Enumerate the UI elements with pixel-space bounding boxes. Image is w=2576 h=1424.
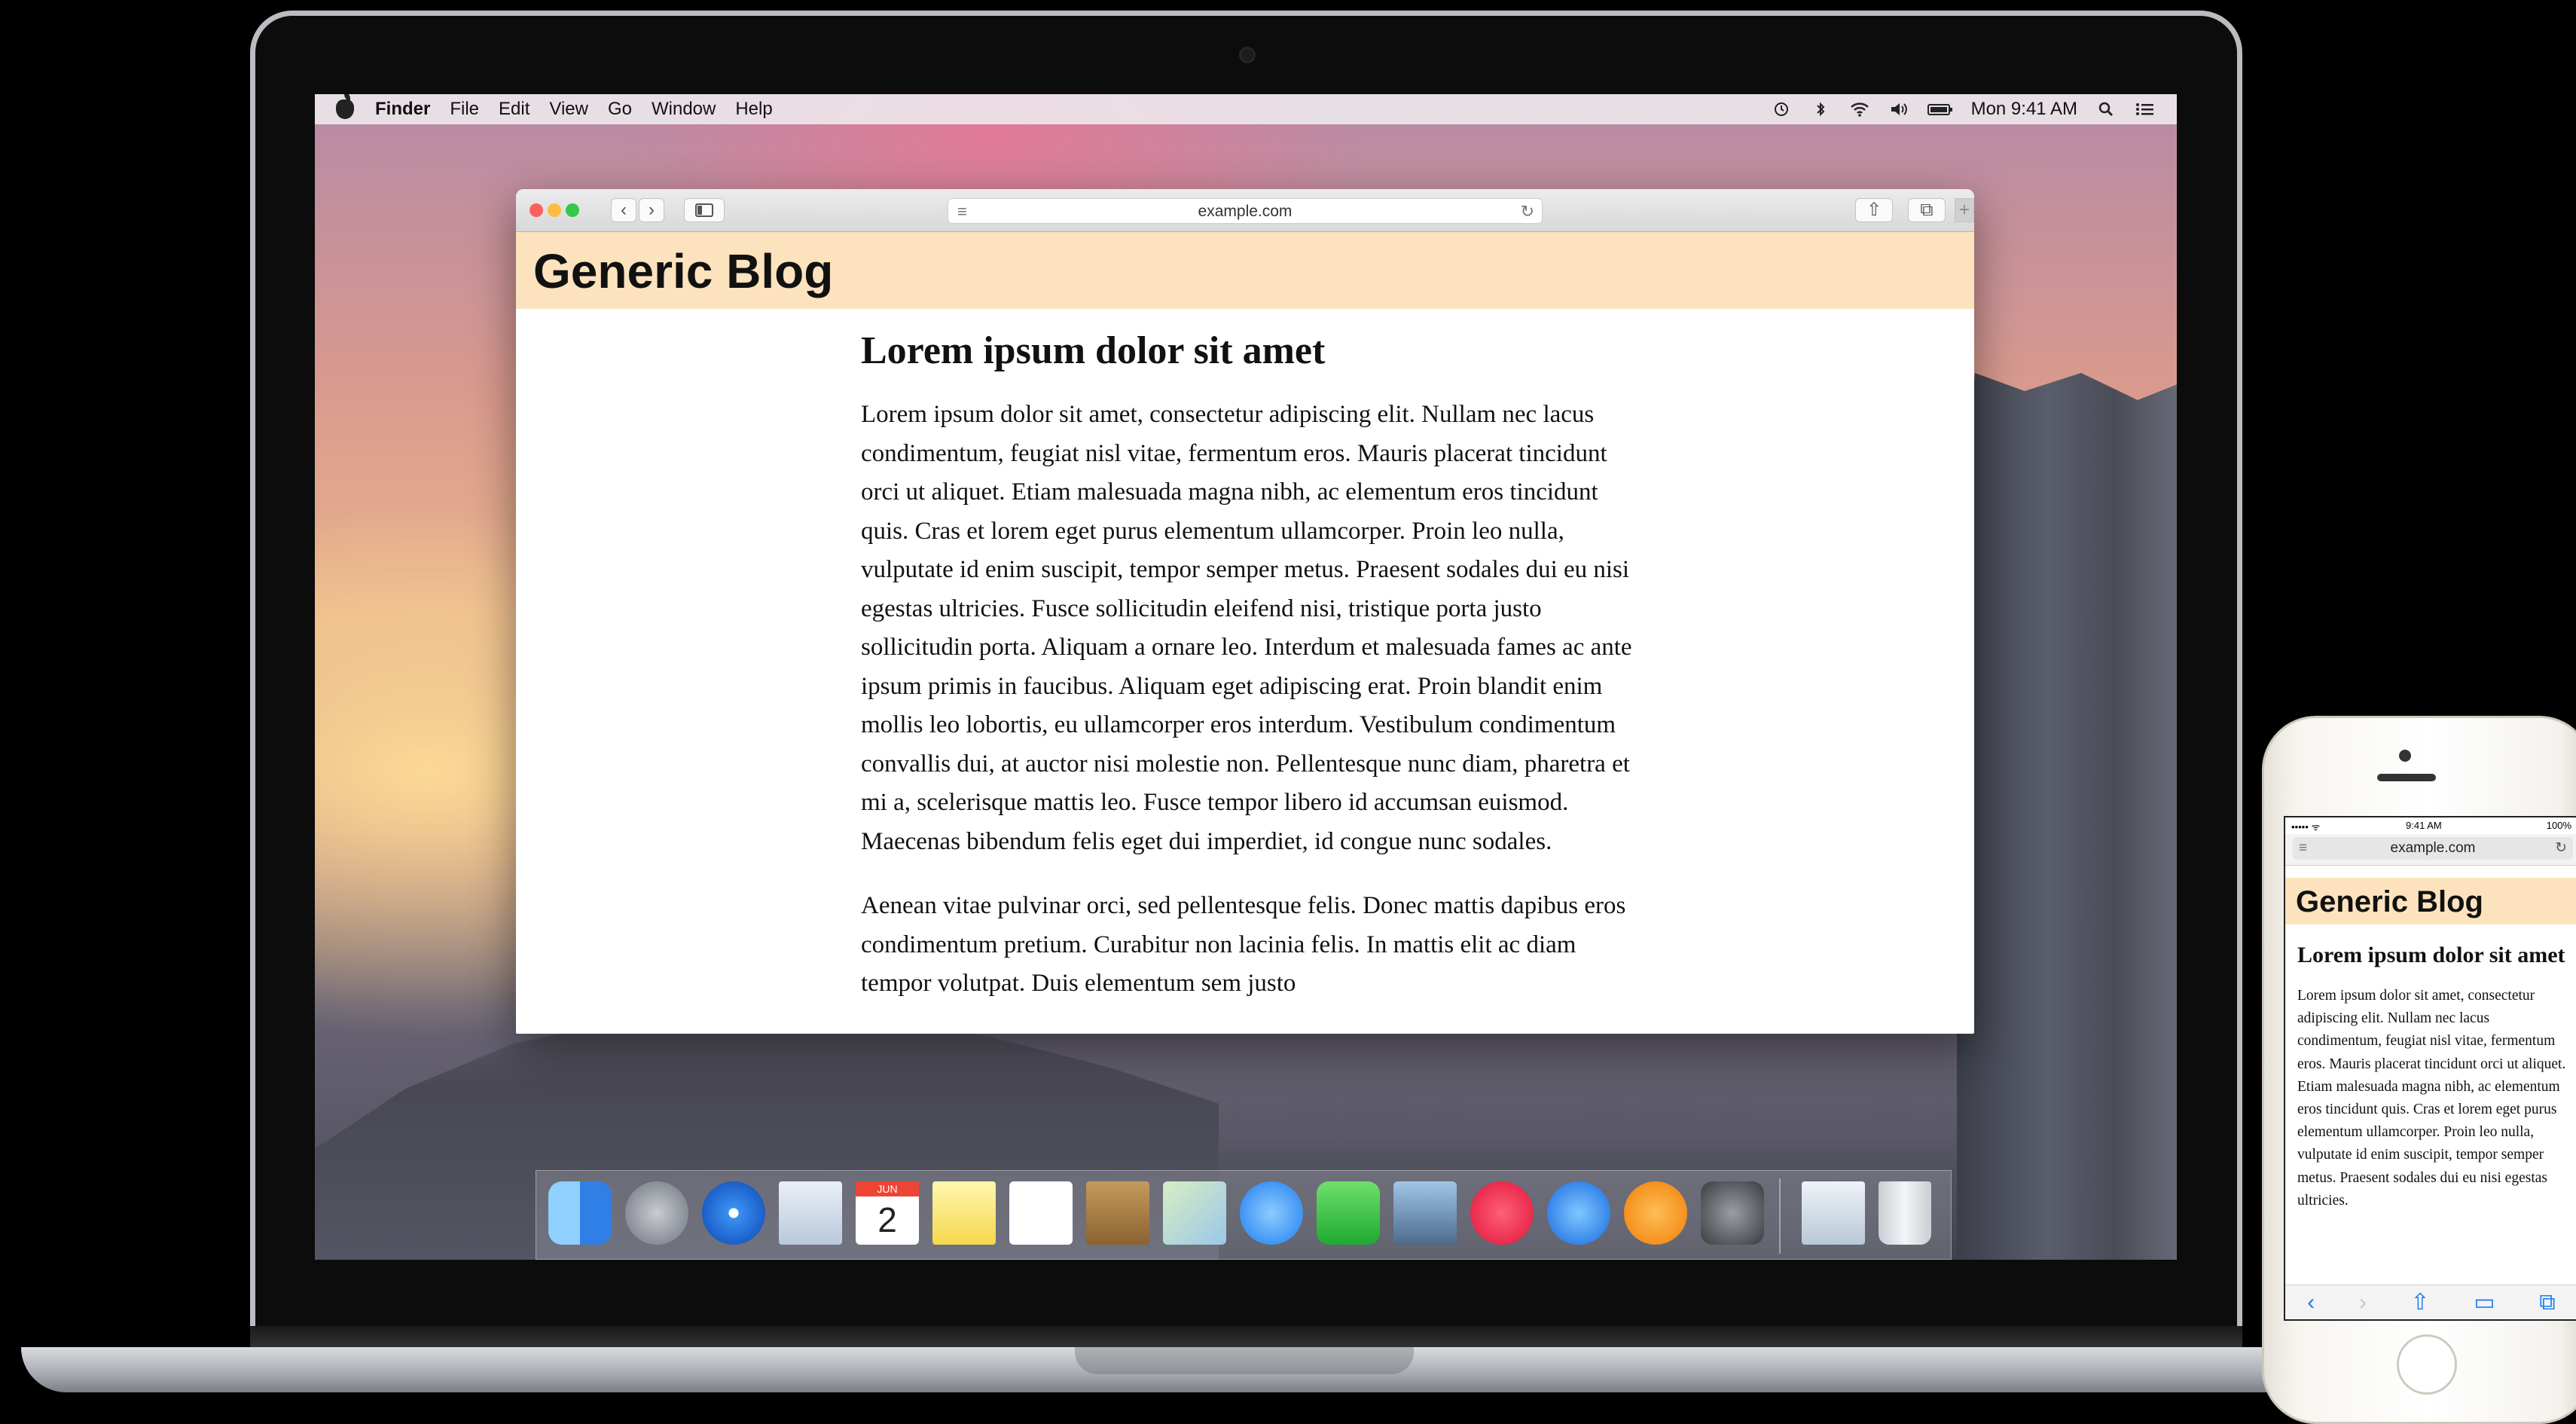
close-button[interactable] xyxy=(530,203,543,217)
trash-icon[interactable] xyxy=(1879,1181,1931,1245)
desktop-screen: Finder File Edit View Go Window Help Mon… xyxy=(315,94,2177,1260)
finder-icon[interactable] xyxy=(548,1181,612,1245)
ios-address-area: ≡ example.com ↻ xyxy=(2285,834,2576,866)
facetime-camera xyxy=(1239,47,1256,63)
system-preferences-icon[interactable] xyxy=(1701,1181,1764,1245)
notes-icon[interactable] xyxy=(932,1181,996,1245)
article: Lorem ipsum dolor sit amet Lorem ipsum d… xyxy=(861,328,1637,1029)
reader-icon[interactable]: ≡ xyxy=(2299,837,2307,860)
menu-bar: Finder File Edit View Go Window Help Mon… xyxy=(315,94,2177,124)
ios-article-paragraph: Lorem ipsum dolor sit amet, consectetur … xyxy=(2297,988,2566,1209)
contacts-icon[interactable] xyxy=(1086,1181,1149,1245)
ibooks-icon[interactable] xyxy=(1624,1181,1687,1245)
app-store-icon[interactable] xyxy=(1547,1181,1610,1245)
itunes-icon[interactable] xyxy=(1470,1181,1534,1245)
forward-button[interactable]: › xyxy=(639,198,664,222)
ios-address-bar[interactable]: ≡ example.com ↻ xyxy=(2293,837,2573,860)
menu-view[interactable]: View xyxy=(549,99,588,120)
blog-title[interactable]: Generic Blog xyxy=(533,243,833,299)
ios-tabs-button[interactable]: ⧉ xyxy=(2539,1290,2555,1316)
zoom-button[interactable] xyxy=(566,203,579,217)
ios-clock: 9:41 AM xyxy=(2406,820,2442,831)
status-menus: Mon 9:41 AM xyxy=(1771,94,2156,124)
reminders-icon[interactable] xyxy=(1009,1181,1073,1245)
calendar-icon[interactable]: JUN 2 xyxy=(856,1181,919,1245)
iphone-screen: ••••• ᯤ 9:41 AM 100% ≡ example.com ↻ Gen… xyxy=(2284,816,2576,1321)
calendar-day: 2 xyxy=(877,1200,897,1239)
iphone-speaker xyxy=(2377,774,2436,781)
new-tab-button[interactable]: + xyxy=(1955,198,1974,222)
reload-icon[interactable]: ↻ xyxy=(2555,837,2567,860)
ios-blog-header: Generic Blog xyxy=(2285,878,2576,924)
ios-forward-button[interactable]: › xyxy=(2359,1290,2367,1316)
tabs-overview-button[interactable]: ⧉ xyxy=(1908,198,1946,222)
menubar-clock[interactable]: Mon 9:41 AM xyxy=(1971,99,2077,120)
ios-blog-title[interactable]: Generic Blog xyxy=(2296,885,2483,919)
iphone-home-button[interactable] xyxy=(2397,1334,2457,1395)
reload-icon[interactable]: ↻ xyxy=(1521,199,1534,224)
volume-icon[interactable] xyxy=(1888,101,1909,118)
maps-icon[interactable] xyxy=(1163,1181,1226,1245)
macbook-hinge xyxy=(250,1326,2242,1349)
blog-header: Generic Blog xyxy=(516,232,1974,309)
menu-app-name[interactable]: Finder xyxy=(375,99,430,120)
photo-booth-icon[interactable] xyxy=(1393,1181,1457,1245)
sidebar-icon xyxy=(695,203,713,217)
notification-center-icon[interactable] xyxy=(2135,101,2156,118)
ios-article-title: Lorem ipsum dolor sit amet xyxy=(2297,943,2565,967)
wallpaper-rock-right xyxy=(1957,373,2177,1260)
menu-window[interactable]: Window xyxy=(652,99,716,120)
signal-indicator: ••••• ᯤ xyxy=(2291,821,2321,833)
article-title: Lorem ipsum dolor sit amet xyxy=(861,329,1326,372)
calendar-month: JUN xyxy=(856,1181,919,1196)
article-paragraph: Aenean vitae pulvinar orci, sed pellente… xyxy=(861,892,1626,997)
bluetooth-icon[interactable] xyxy=(1810,101,1831,118)
sidebar-button[interactable] xyxy=(684,198,725,222)
ios-back-button[interactable]: ‹ xyxy=(2307,1290,2315,1316)
wifi-icon[interactable] xyxy=(1849,101,1870,118)
time-machine-icon[interactable] xyxy=(1771,101,1792,118)
battery-percent: 100% xyxy=(2546,820,2571,831)
safari-icon[interactable] xyxy=(702,1181,765,1245)
spotlight-icon[interactable] xyxy=(2095,101,2117,118)
ios-address-text: example.com xyxy=(2390,840,2476,856)
ios-status-bar: ••••• ᯤ 9:41 AM 100% xyxy=(2285,817,2576,834)
article-paragraph: Lorem ipsum dolor sit amet, consectetur … xyxy=(861,401,1632,855)
menu-go[interactable]: Go xyxy=(608,99,632,120)
menu-help[interactable]: Help xyxy=(735,99,772,120)
iphone: ••••• ᯤ 9:41 AM 100% ≡ example.com ↻ Gen… xyxy=(2262,716,2576,1424)
dock: JUN 2 xyxy=(536,1170,1952,1260)
share-button[interactable]: ⇧ xyxy=(1855,198,1893,222)
mail-icon[interactable] xyxy=(779,1181,842,1245)
battery-icon[interactable] xyxy=(1927,101,1953,118)
address-bar[interactable]: ≡ example.com ↻ xyxy=(948,198,1543,224)
messages-icon[interactable] xyxy=(1240,1181,1303,1245)
ios-toolbar: ‹ › ⇧ ▭ ⧉ xyxy=(2285,1285,2576,1319)
safari-toolbar: ‹ › ≡ example.com ↻ ⇧ ⧉ + xyxy=(516,189,1974,232)
facetime-icon[interactable] xyxy=(1317,1181,1380,1245)
apple-menu-icon[interactable] xyxy=(336,94,354,119)
ios-article: Lorem ipsum dolor sit amet Lorem ipsum d… xyxy=(2297,944,2568,1212)
reader-icon[interactable]: ≡ xyxy=(957,199,967,224)
macbook-notch xyxy=(1075,1347,1414,1374)
iphone-front-camera xyxy=(2399,750,2411,762)
ios-bookmarks-button[interactable]: ▭ xyxy=(2474,1289,2495,1316)
address-text: example.com xyxy=(1198,203,1293,220)
menu-edit[interactable]: Edit xyxy=(499,99,530,120)
minimize-button[interactable] xyxy=(548,203,561,217)
dock-separator xyxy=(1779,1178,1781,1254)
safari-window: ‹ › ≡ example.com ↻ ⇧ ⧉ + Generic Blog L… xyxy=(516,189,1974,1034)
preview-icon[interactable] xyxy=(1802,1181,1865,1245)
back-button[interactable]: ‹ xyxy=(611,198,636,222)
menu-file[interactable]: File xyxy=(450,99,479,120)
launchpad-icon[interactable] xyxy=(625,1181,688,1245)
ios-share-button[interactable]: ⇧ xyxy=(2411,1289,2430,1316)
